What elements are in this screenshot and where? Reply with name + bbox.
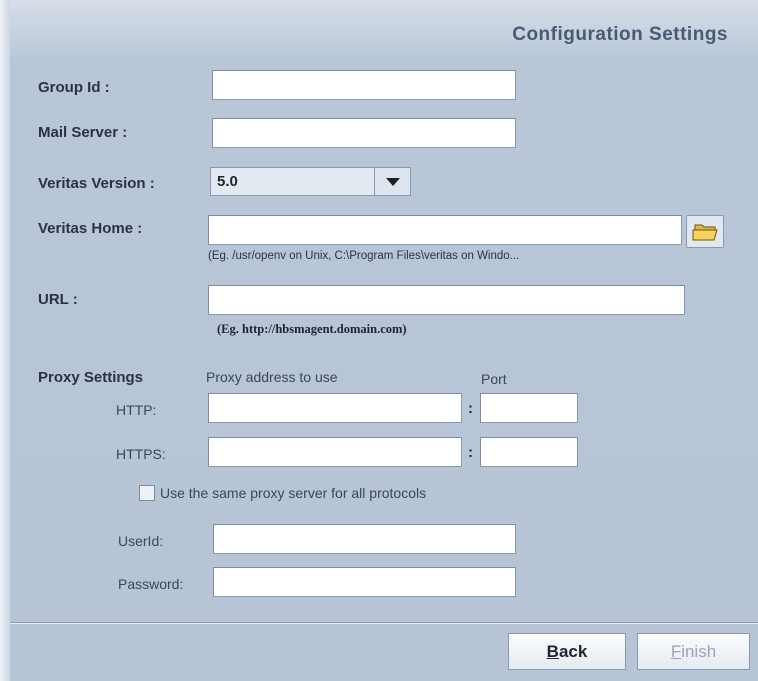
chevron-down-icon[interactable] — [374, 168, 410, 195]
http-proxy-input[interactable] — [208, 393, 462, 423]
left-border — [0, 0, 10, 681]
https-port-input[interactable] — [480, 437, 578, 467]
url-label: URL : — [38, 291, 78, 308]
veritas-home-hint: (Eg. /usr/openv on Unix, C:\Program File… — [208, 250, 520, 262]
userid-input[interactable] — [213, 524, 516, 554]
proxy-address-header: Proxy address to use — [206, 369, 338, 385]
http-colon: : — [468, 400, 473, 417]
veritas-version-label: Veritas Version : — [38, 175, 155, 192]
finish-label: inish — [681, 642, 717, 661]
folder-icon — [692, 224, 718, 241]
veritas-home-input[interactable] — [208, 215, 682, 245]
proxy-port-header: Port — [481, 371, 507, 387]
https-proxy-input[interactable] — [208, 437, 462, 467]
proxy-settings-label: Proxy Settings — [38, 369, 144, 386]
footer-divider — [10, 622, 758, 624]
mail-server-input[interactable] — [212, 118, 516, 148]
browse-button[interactable] — [686, 215, 724, 248]
same-proxy-label: Use the same proxy server for all protoc… — [160, 485, 427, 501]
configuration-settings-panel: Configuration Settings Group Id : Mail S… — [0, 0, 758, 681]
veritas-version-value: 5.0 — [217, 173, 238, 190]
password-input[interactable] — [213, 567, 516, 597]
back-label: ack — [558, 642, 588, 661]
group-id-label: Group Id : — [38, 79, 110, 96]
same-proxy-checkbox[interactable] — [139, 485, 155, 501]
page-title: Configuration Settings — [512, 24, 728, 45]
back-mnemonic: B — [546, 642, 559, 661]
http-port-input[interactable] — [480, 393, 578, 423]
https-label: HTTPS: — [116, 446, 166, 462]
https-colon: : — [468, 444, 473, 461]
group-id-input[interactable] — [212, 70, 516, 100]
url-input[interactable] — [208, 285, 685, 315]
finish-mnemonic: F — [670, 642, 682, 661]
veritas-home-label: Veritas Home : — [38, 220, 143, 237]
userid-label: UserId: — [118, 533, 164, 549]
finish-button[interactable]: Finish — [637, 633, 750, 670]
mail-server-label: Mail Server : — [38, 124, 128, 141]
http-label: HTTP: — [116, 402, 157, 418]
url-hint: (Eg. http://hbsmagent.domain.com) — [217, 322, 407, 336]
back-button[interactable]: Back — [508, 633, 626, 670]
password-label: Password: — [118, 576, 184, 592]
veritas-version-select[interactable]: 5.0 — [210, 167, 411, 196]
